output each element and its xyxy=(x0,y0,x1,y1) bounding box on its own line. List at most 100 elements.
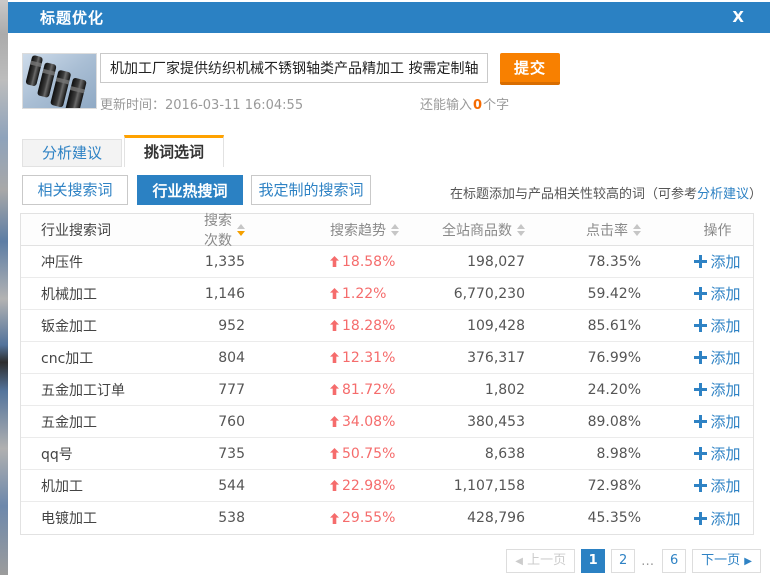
keyword-cell: cnc加工 xyxy=(21,348,191,368)
search-count-cell: 760 xyxy=(191,414,281,430)
column-header-searches-label: 搜索次数 xyxy=(191,210,232,250)
sort-desc-icon[interactable] xyxy=(391,231,399,236)
trend-cell: 1.22% xyxy=(281,286,411,302)
hint-suffix: ） xyxy=(749,187,762,202)
tab-analysis-suggestion[interactable]: 分析建议 xyxy=(22,139,122,167)
search-count-cell: 777 xyxy=(191,382,281,398)
trend-up-icon xyxy=(330,352,339,363)
add-keyword-button[interactable]: 添加 xyxy=(694,443,740,464)
filter-related-search-words[interactable]: 相关搜索词 xyxy=(22,175,128,205)
tab-pick-words[interactable]: 挑词选词 xyxy=(124,135,224,167)
sort-asc-icon[interactable] xyxy=(517,224,525,229)
add-keyword-button[interactable]: 添加 xyxy=(694,315,740,336)
ctr-cell: 76.99% xyxy=(526,350,642,366)
add-keyword-button[interactable]: 添加 xyxy=(694,475,740,496)
page-button-2[interactable]: 2 xyxy=(611,549,635,573)
table-row: 电镀加工 538 29.55% 428,796 45.35% 添加 xyxy=(21,502,753,534)
trend-value: 29.55% xyxy=(342,510,395,526)
char-counter: 还能输入0个字 xyxy=(420,94,509,113)
analysis-suggestion-link[interactable]: 分析建议 xyxy=(697,187,749,202)
add-label: 添加 xyxy=(710,508,740,529)
add-keyword-button[interactable]: 添加 xyxy=(694,508,740,529)
background-page-strip xyxy=(0,0,8,575)
prev-page-button[interactable]: ◀ 上一页 xyxy=(506,549,575,573)
add-label: 添加 xyxy=(710,283,740,304)
trend-up-icon xyxy=(330,320,339,331)
trend-cell: 29.55% xyxy=(281,510,411,526)
trend-value: 18.28% xyxy=(342,318,395,334)
hint-prefix: 在标题添加与产品相关性较高的词（可参考 xyxy=(450,187,697,202)
next-page-button[interactable]: 下一页 ▶ xyxy=(692,549,761,573)
sort-icons-ctr[interactable] xyxy=(633,224,641,236)
column-header-searches[interactable]: 搜索次数 xyxy=(191,210,281,250)
add-keyword-button[interactable]: 添加 xyxy=(694,251,740,272)
filter-industry-hot-words[interactable]: 行业热搜词 xyxy=(137,175,243,205)
trend-up-icon xyxy=(330,384,339,395)
table-row: qq号 735 50.75% 8,638 8.98% 添加 xyxy=(21,438,753,470)
add-label: 添加 xyxy=(710,315,740,336)
sort-icons-searches[interactable] xyxy=(237,224,245,236)
ctr-cell: 45.35% xyxy=(526,510,642,526)
plus-icon xyxy=(694,415,707,428)
ctr-cell: 85.61% xyxy=(526,318,642,334)
close-icon[interactable]: X xyxy=(732,2,744,33)
next-page-label: 下一页 xyxy=(701,553,740,568)
sort-desc-icon[interactable] xyxy=(517,231,525,236)
screen: 标题优化 X xyxy=(0,0,770,575)
table-row: 五金加工 760 34.08% 380,453 89.08% 添加 xyxy=(21,406,753,438)
page-button-6[interactable]: 6 xyxy=(662,549,686,573)
trend-cell: 12.31% xyxy=(281,350,411,366)
dialog-titlebar: 标题优化 X xyxy=(8,2,770,33)
trend-value: 1.22% xyxy=(342,286,386,302)
keyword-cell: 钣金加工 xyxy=(21,316,191,336)
title-input[interactable] xyxy=(100,53,488,83)
sort-icons-products[interactable] xyxy=(517,224,525,236)
product-count-cell: 428,796 xyxy=(411,510,526,526)
add-keyword-button[interactable]: 添加 xyxy=(694,411,740,432)
product-count-cell: 1,107,158 xyxy=(411,478,526,494)
plus-icon xyxy=(694,447,707,460)
column-header-products[interactable]: 全站商品数 xyxy=(411,220,526,240)
add-label: 添加 xyxy=(710,443,740,464)
keyword-cell: qq号 xyxy=(21,444,191,464)
char-counter-prefix: 还能输入 xyxy=(420,98,472,113)
add-keyword-button[interactable]: 添加 xyxy=(694,379,740,400)
column-header-ctr-label: 点击率 xyxy=(586,220,628,240)
char-counter-count: 0 xyxy=(472,98,483,113)
pagination: ◀ 上一页 1 2 … 6 下一页 ▶ xyxy=(506,549,761,573)
trend-value: 34.08% xyxy=(342,414,395,430)
sort-icons-trend[interactable] xyxy=(391,224,399,236)
plus-icon xyxy=(694,351,707,364)
product-count-cell: 380,453 xyxy=(411,414,526,430)
sort-asc-icon[interactable] xyxy=(633,224,641,229)
dialog-title: 标题优化 xyxy=(8,7,104,28)
sort-desc-icon[interactable] xyxy=(633,231,641,236)
keyword-cell: 机加工 xyxy=(21,476,191,496)
column-header-keyword: 行业搜索词 xyxy=(21,220,191,240)
product-count-cell: 8,638 xyxy=(411,446,526,462)
column-header-trend[interactable]: 搜索趋势 xyxy=(281,220,411,240)
update-time: 更新时间：2016-03-11 16:04:55 xyxy=(100,94,303,113)
submit-button[interactable]: 提交 xyxy=(500,53,560,85)
add-label: 添加 xyxy=(710,347,740,368)
plus-icon xyxy=(694,479,707,492)
sort-desc-icon[interactable] xyxy=(237,231,245,236)
add-label: 添加 xyxy=(710,475,740,496)
sort-asc-icon[interactable] xyxy=(391,224,399,229)
sort-asc-icon[interactable] xyxy=(237,224,245,229)
ctr-cell: 8.98% xyxy=(526,446,642,462)
column-header-ctr[interactable]: 点击率 xyxy=(526,220,642,240)
keyword-cell: 五金加工 xyxy=(21,412,191,432)
search-count-cell: 538 xyxy=(191,510,281,526)
add-keyword-button[interactable]: 添加 xyxy=(694,347,740,368)
search-count-cell: 804 xyxy=(191,350,281,366)
table-row: 五金加工订单 777 81.72% 1,802 24.20% 添加 xyxy=(21,374,753,406)
table-row: 冲压件 1,335 18.58% 198,027 78.35% 添加 xyxy=(21,246,753,278)
keyword-cell: 电镀加工 xyxy=(21,508,191,528)
search-count-cell: 1,146 xyxy=(191,286,281,302)
ctr-cell: 72.98% xyxy=(526,478,642,494)
product-count-cell: 6,770,230 xyxy=(411,286,526,302)
filter-my-custom-words[interactable]: 我定制的搜索词 xyxy=(251,175,371,205)
add-keyword-button[interactable]: 添加 xyxy=(694,283,740,304)
page-button-1[interactable]: 1 xyxy=(581,549,605,573)
